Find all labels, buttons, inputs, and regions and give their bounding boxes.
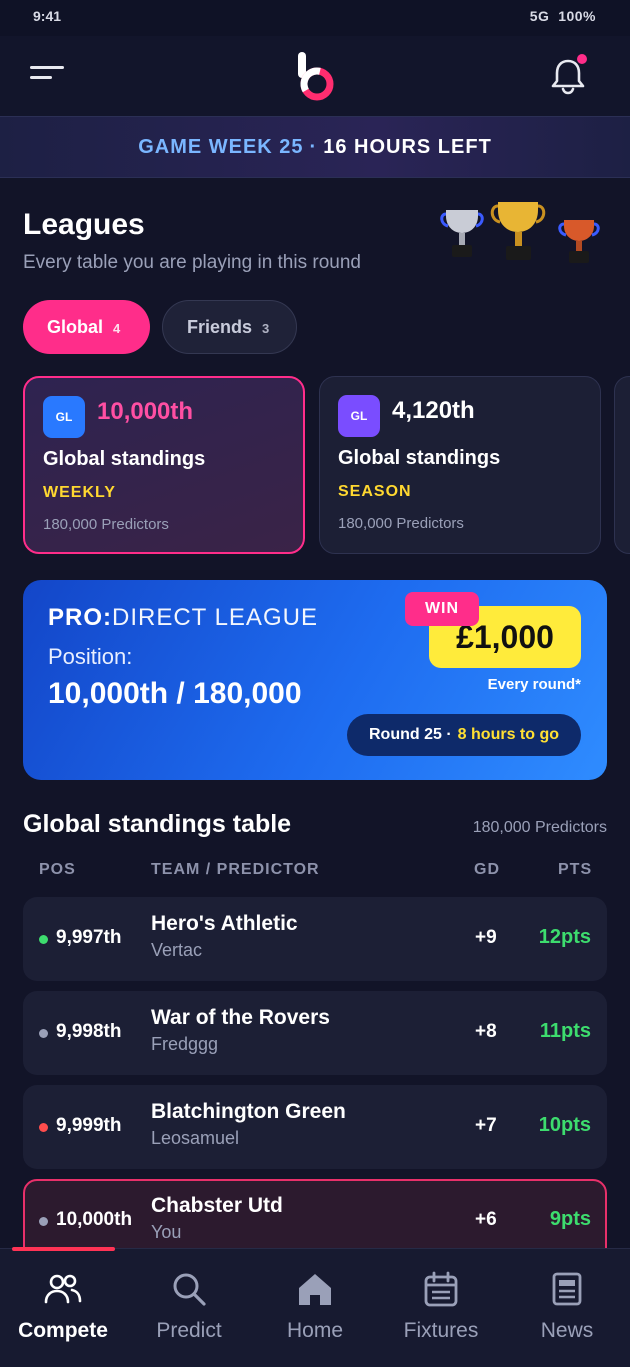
bell-icon[interactable] (546, 54, 590, 98)
nav-news[interactable]: News (504, 1269, 630, 1343)
row-pos: 10,000th (56, 1209, 133, 1230)
league-badge: GL (43, 396, 85, 438)
network-label: 5G (529, 8, 550, 24)
row-pts: 12pts (538, 926, 591, 948)
league-predictors: 180,000 Predictors (338, 515, 464, 532)
home-icon (299, 1274, 331, 1305)
nav-fixtures[interactable]: Fixtures (378, 1269, 504, 1343)
row-pos: 9,998th (56, 1021, 122, 1042)
prize-note: Every round* (487, 676, 581, 693)
row-user: Fredggg (151, 1034, 219, 1054)
game-week-separator: · (309, 136, 318, 158)
status-time: 9:41 (33, 8, 62, 24)
league-period: SEASON (338, 483, 412, 500)
tab-global-label: Global (47, 317, 104, 337)
status-indicators: 5G 100% (530, 8, 596, 24)
column-team: TEAM / PREDICTOR (151, 861, 320, 878)
row-user: Leosamuel (151, 1128, 240, 1148)
row-gd: +8 (475, 1021, 497, 1042)
league-card-season[interactable]: GL 4,120th Global standings SEASON 180,0… (319, 376, 601, 554)
league-card-next[interactable] (614, 376, 630, 554)
row-team: Chabster Utd (151, 1194, 283, 1217)
round-pill[interactable]: Round 25 · 8 hours to go (347, 714, 581, 756)
league-name: Global standings (43, 448, 206, 470)
tab-friends-count: 3 (262, 321, 270, 336)
trend-dot (39, 935, 48, 944)
round-time: 8 hours to go (457, 726, 559, 743)
row-pts: 11pts (539, 1020, 591, 1042)
row-gd: +9 (475, 927, 497, 948)
row-team: Hero's Athletic (151, 912, 298, 935)
battery-label: 100% (558, 8, 596, 24)
league-name: Global standings (338, 447, 501, 469)
column-pos: POS (39, 861, 76, 878)
game-week-label: GAME WEEK 25 (138, 136, 304, 158)
trophies-icon (440, 202, 600, 263)
nav-compete-label: Compete (18, 1319, 108, 1342)
tab-global[interactable]: Global 4 (23, 300, 150, 354)
league-rank: 10,000th (97, 398, 194, 425)
row-user: You (151, 1222, 182, 1242)
round-label: Round 25 · (369, 726, 452, 743)
game-week-banner: GAME WEEK 25 · 16 HOURS LEFT (0, 116, 630, 178)
nav-fixtures-label: Fixtures (403, 1319, 479, 1342)
app-header (0, 36, 630, 116)
league-predictors: 180,000 Predictors (43, 516, 169, 533)
menu-icon[interactable] (30, 66, 64, 86)
standings-title: Global standings table (23, 810, 292, 838)
table-row[interactable]: 9,999th Blatchington Green Leosamuel +7 … (23, 1085, 607, 1169)
table-row[interactable]: 9,997th Hero's Athletic Vertac +9 12pts (23, 897, 607, 981)
search-icon (173, 1273, 206, 1306)
win-tag: WIN (405, 592, 479, 626)
news-icon (552, 1272, 582, 1306)
position-value: 10,000th / 180,000 (48, 677, 302, 710)
row-pts: 9pts (549, 1208, 591, 1230)
status-bar: 9:41 5G 100% (0, 0, 630, 36)
calendar-icon (424, 1271, 458, 1307)
main-content: Leagues Every table you are playing in t… (0, 178, 630, 1263)
trend-dot (39, 1029, 48, 1038)
column-pts: PTS (558, 861, 593, 878)
nav-news-label: News (540, 1319, 594, 1342)
users-icon (44, 1274, 82, 1304)
standings-count: 180,000 Predictors (472, 819, 607, 836)
table-row[interactable]: 9,998th War of the Rovers Fredggg +8 11p… (23, 991, 607, 1075)
row-pos: 9,999th (56, 1115, 122, 1136)
page-subtitle: Every table you are playing in this roun… (23, 252, 361, 273)
tab-friends[interactable]: Friends 3 (162, 300, 297, 354)
league-rank: 4,120th (392, 397, 475, 424)
nav-home-label: Home (286, 1319, 344, 1342)
nav-predict-label: Predict (156, 1319, 222, 1342)
pro-direct-promo[interactable]: PRO:DIRECT LEAGUE Position: 10,000th / 1… (23, 580, 607, 780)
trend-dot (39, 1217, 48, 1226)
nav-home[interactable]: Home (252, 1269, 378, 1343)
row-team: War of the Rovers (151, 1006, 330, 1029)
league-badge: GL (338, 395, 380, 437)
row-pos: 9,997th (56, 927, 122, 948)
row-user: Vertac (151, 940, 203, 960)
row-pts: 10pts (538, 1114, 591, 1136)
tab-global-count: 4 (113, 321, 121, 336)
app-logo[interactable] (295, 50, 337, 102)
row-gd: +7 (475, 1115, 497, 1136)
nav-compete[interactable]: Compete (0, 1269, 126, 1343)
nav-predict[interactable]: Predict (126, 1269, 252, 1343)
bottom-nav: Compete Predict Home Fixtures News (0, 1247, 630, 1367)
notification-dot (577, 54, 587, 64)
position-label: Position: (48, 644, 133, 669)
trend-dot (39, 1123, 48, 1132)
tab-friends-label: Friends (187, 317, 253, 337)
time-left-label: 16 HOURS LEFT (323, 136, 492, 158)
row-gd: +6 (475, 1209, 497, 1230)
pro-direct-logo: PRO:DIRECT LEAGUE (48, 604, 318, 631)
column-gd: GD (474, 861, 500, 878)
page-title: Leagues (23, 208, 145, 241)
league-period: WEEKLY (43, 484, 116, 501)
row-team: Blatchington Green (151, 1100, 346, 1123)
league-card-weekly[interactable]: GL 10,000th Global standings WEEKLY 180,… (23, 376, 305, 554)
active-tab-indicator (12, 1247, 115, 1251)
